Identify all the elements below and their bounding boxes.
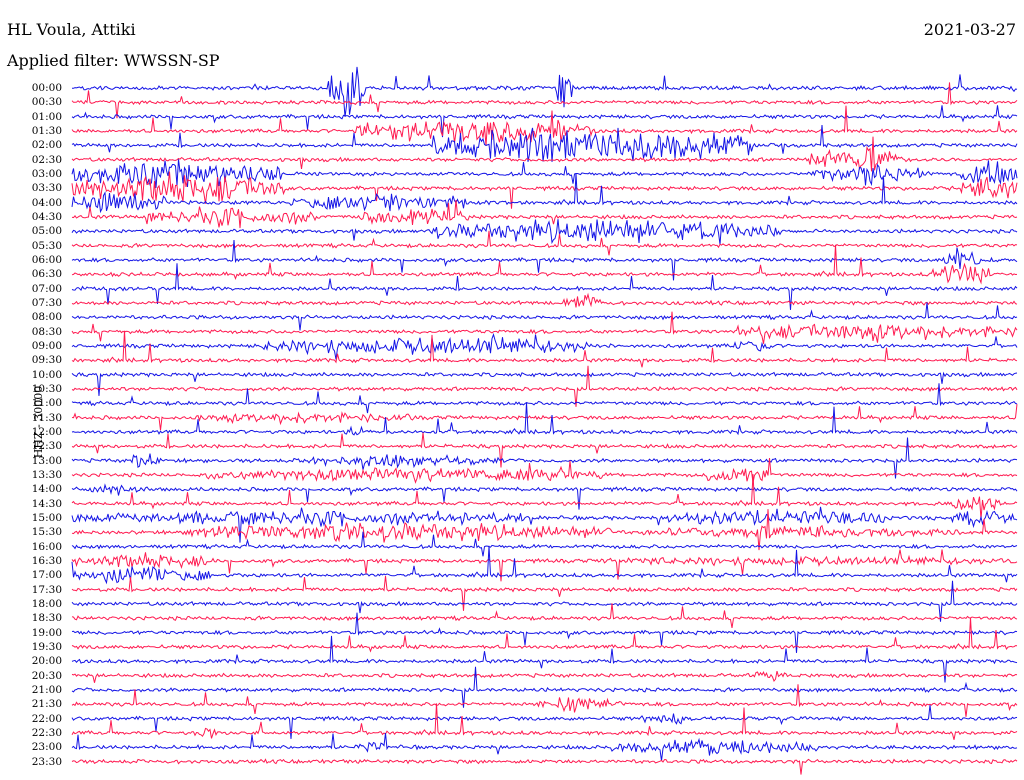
trace-line <box>72 66 1018 117</box>
seismogram-plot <box>71 66 1018 775</box>
trace-line <box>71 549 1018 582</box>
trace-line <box>71 509 1018 551</box>
trace-line <box>71 244 1018 285</box>
trace-line <box>71 404 1018 431</box>
trace-line <box>71 371 1018 396</box>
trace-line <box>71 332 1018 360</box>
trace-line <box>71 545 1018 585</box>
trace-line <box>71 302 1018 331</box>
trace-line <box>71 159 1018 188</box>
trace-line <box>71 483 1018 510</box>
trace-line <box>71 230 1018 256</box>
trace-line <box>71 506 1018 543</box>
trace-line <box>71 105 1018 146</box>
trace-line <box>71 580 1018 622</box>
trace-line <box>71 437 1018 479</box>
trace-line <box>71 330 1018 368</box>
trace-line <box>71 758 1018 775</box>
trace-line <box>71 531 1018 557</box>
trace-line <box>71 292 1018 308</box>
trace-line <box>71 670 1018 683</box>
trace-line <box>71 703 1018 740</box>
trace-line <box>71 365 1018 407</box>
trace-line <box>71 684 1018 717</box>
trace-line <box>71 603 1018 628</box>
trace-line <box>71 200 1018 229</box>
trace-line <box>71 474 1018 520</box>
trace-line <box>71 575 1018 611</box>
trace-line <box>71 219 1018 245</box>
trace-line <box>71 733 1018 761</box>
trace-line <box>71 402 1018 436</box>
